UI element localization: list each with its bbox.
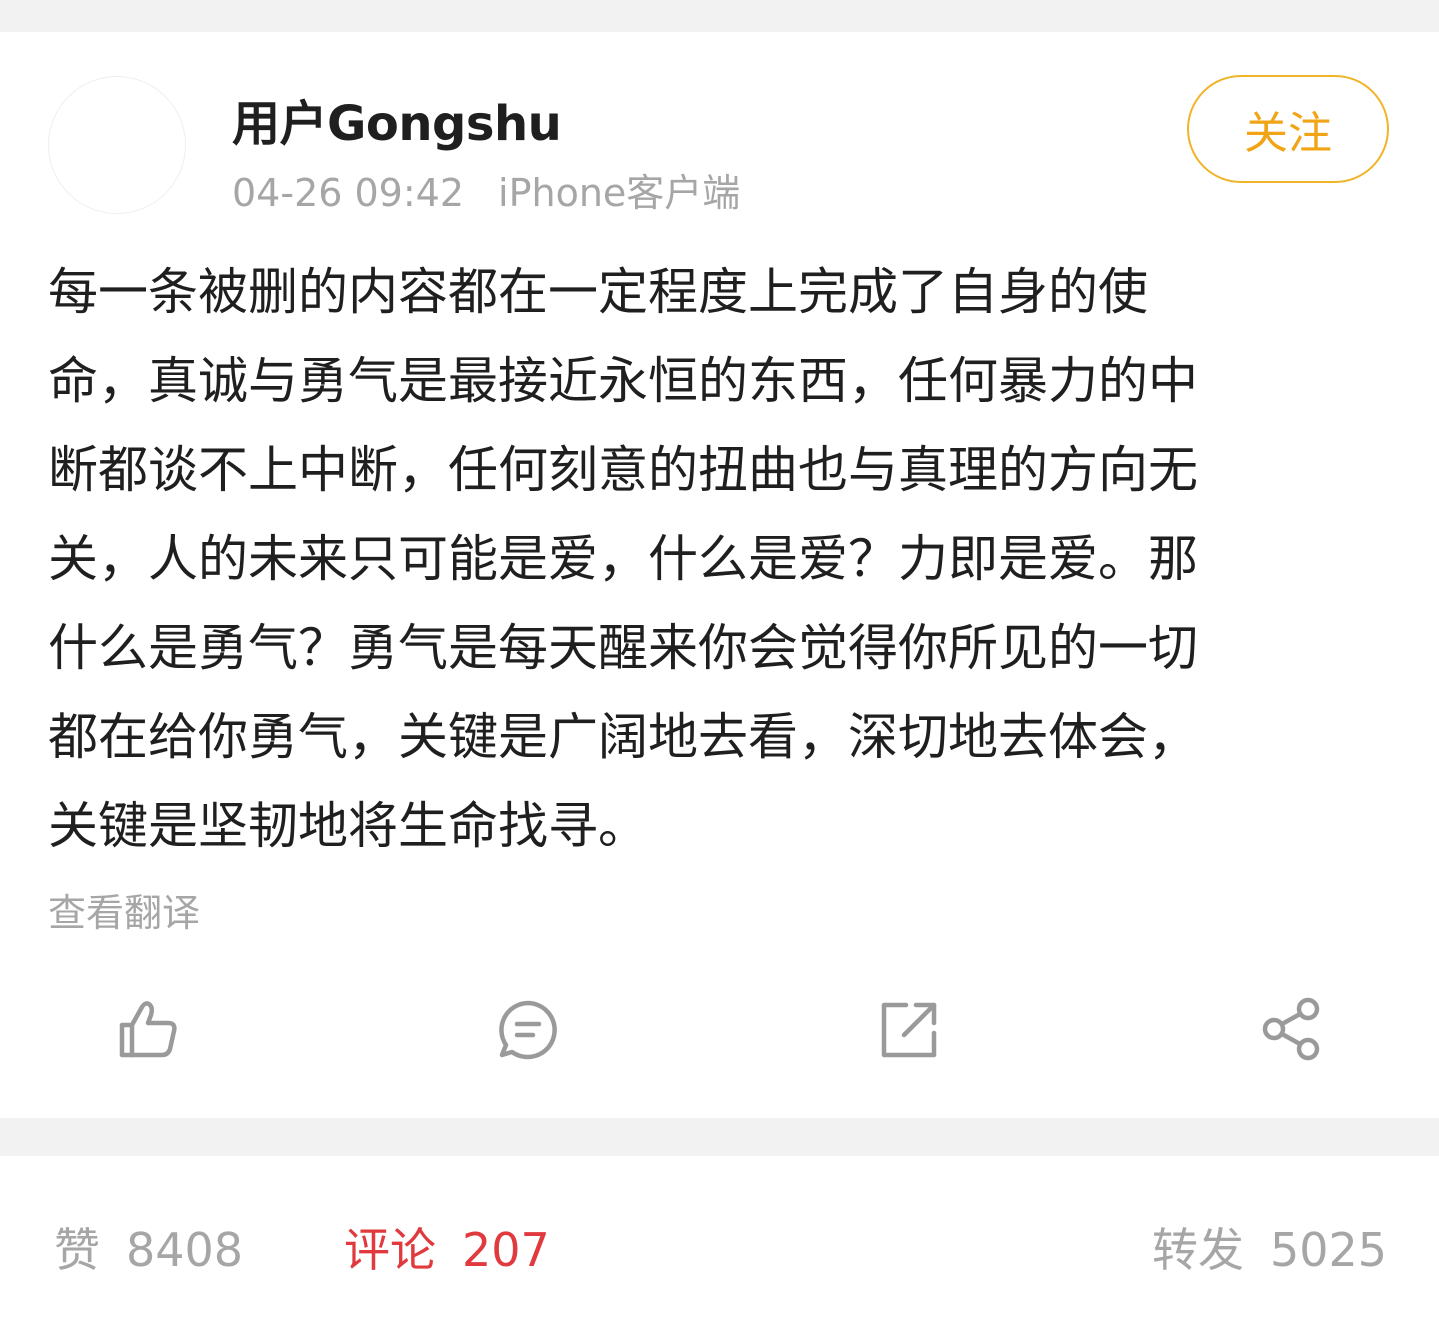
- like-button[interactable]: [116, 997, 180, 1061]
- comments-count: 207: [462, 1223, 550, 1277]
- thumbs-up-icon: [119, 1001, 177, 1058]
- post-body: 每一条被删的内容都在一定程度上完成了自身的使 命，真诚与勇气是最接近永恒的东西，…: [48, 248, 1348, 871]
- post-text-line: 每一条被删的内容都在一定程度上完成了自身的使: [48, 263, 1148, 321]
- post-card: 用户Gongshu 04-26 09:42 iPhone客户端 关注 每一条被删的…: [0, 32, 1439, 1118]
- reposts-tab[interactable]: 转发 5025: [1152, 1214, 1387, 1280]
- reposts-count: 5025: [1270, 1223, 1388, 1277]
- likes-tab[interactable]: 赞 8408: [54, 1214, 243, 1280]
- share-nodes-icon: [1262, 997, 1320, 1061]
- stats-bar: 赞 8408 评论 207 转发 5025: [0, 1156, 1439, 1325]
- view-translation-link[interactable]: 查看翻译: [48, 882, 200, 937]
- likes-label: 赞: [54, 1223, 100, 1277]
- post-source: iPhone客户端: [498, 171, 741, 215]
- share-button[interactable]: [1260, 997, 1324, 1061]
- repost-arrow-icon: [881, 1002, 937, 1058]
- repost-button[interactable]: [878, 997, 942, 1061]
- section-divider: [0, 1118, 1439, 1156]
- comments-tab[interactable]: 评论 207: [344, 1214, 550, 1280]
- reposts-label: 转发: [1152, 1223, 1244, 1277]
- comments-label: 评论: [344, 1223, 436, 1277]
- post-meta: 04-26 09:42 iPhone客户端: [232, 162, 740, 217]
- likes-count: 8408: [126, 1223, 244, 1277]
- post-text-line: 什么是勇气？勇气是每天醒来你会觉得你所见的一切: [48, 619, 1198, 677]
- post-text-line: 关，人的未来只可能是爱，什么是爱？力即是爱。那: [48, 530, 1198, 588]
- post-time: 04-26 09:42: [232, 171, 465, 215]
- post-text-line: 断都谈不上中断，任何刻意的扭曲也与真理的方向无: [48, 441, 1198, 499]
- post-text-line: 命，真诚与勇气是最接近永恒的东西，任何暴力的中: [48, 352, 1198, 410]
- author-name[interactable]: 用户Gongshu: [232, 84, 562, 154]
- comment-bubble-icon: [499, 1000, 557, 1060]
- top-band: [0, 0, 1439, 32]
- post-text-line: 都在给你勇气，关键是广阔地去看，深切地去体会，: [48, 708, 1198, 766]
- comment-button[interactable]: [496, 997, 560, 1061]
- follow-button[interactable]: 关注: [1187, 75, 1389, 183]
- avatar[interactable]: [48, 76, 186, 214]
- post-text-line: 关键是坚韧地将生命找寻。: [48, 797, 648, 855]
